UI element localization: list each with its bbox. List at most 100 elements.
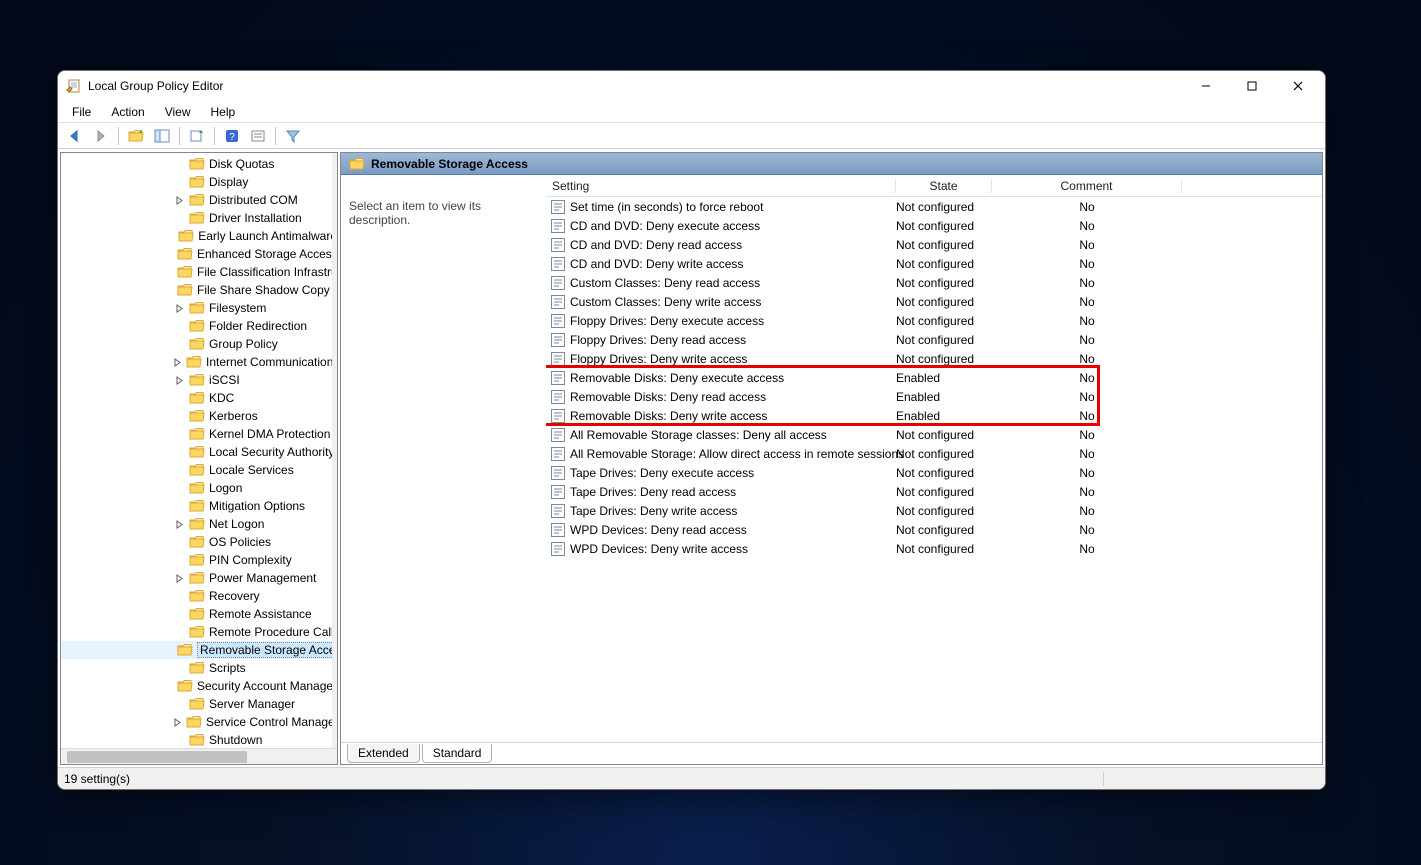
expand-icon[interactable] xyxy=(173,304,185,313)
setting-row[interactable]: Tape Drives: Deny execute accessNot conf… xyxy=(546,463,1322,482)
tab-standard[interactable]: Standard xyxy=(422,744,493,763)
tree-pane[interactable]: Disk QuotasDisplay Distributed COM Driver … xyxy=(60,152,338,765)
setting-comment: No xyxy=(992,295,1182,309)
tree-item-label: Distributed COM xyxy=(209,193,298,207)
setting-row[interactable]: Tape Drives: Deny read accessNot configu… xyxy=(546,482,1322,501)
setting-row[interactable]: Removable Disks: Deny read accessEnabled… xyxy=(546,387,1322,406)
setting-row[interactable]: All Removable Storage classes: Deny all … xyxy=(546,425,1322,444)
back-button[interactable] xyxy=(63,125,87,147)
tree-item[interactable]: Enhanced Storage Access xyxy=(61,245,337,263)
expand-icon[interactable] xyxy=(173,358,182,367)
tree-item[interactable]: Power Management xyxy=(61,569,337,587)
menu-file[interactable]: File xyxy=(62,103,101,121)
column-state[interactable]: State xyxy=(896,179,992,193)
tree-item[interactable]: File Classification Infrastructure xyxy=(61,263,337,281)
setting-row[interactable]: WPD Devices: Deny read accessNot configu… xyxy=(546,520,1322,539)
tree-item[interactable]: Display xyxy=(61,173,337,191)
help-button[interactable]: ? xyxy=(220,125,244,147)
expand-icon[interactable] xyxy=(173,196,185,205)
expand-icon[interactable] xyxy=(173,574,185,583)
tree-item[interactable]: Security Account Manager xyxy=(61,677,337,695)
close-button[interactable] xyxy=(1275,72,1321,100)
export-button[interactable] xyxy=(185,125,209,147)
list-header[interactable]: Setting State Comment xyxy=(546,175,1322,197)
setting-row[interactable]: All Removable Storage: Allow direct acce… xyxy=(546,444,1322,463)
folder-icon xyxy=(189,589,205,603)
title-bar[interactable]: Local Group Policy Editor xyxy=(58,71,1325,101)
properties-button[interactable] xyxy=(246,125,270,147)
tree-item[interactable]: Mitigation Options xyxy=(61,497,337,515)
expand-icon[interactable] xyxy=(173,376,185,385)
tree-item[interactable]: PIN Complexity xyxy=(61,551,337,569)
folder-icon xyxy=(177,643,193,657)
tree-item[interactable]: Filesystem xyxy=(61,299,337,317)
folder-icon xyxy=(189,517,205,531)
tree-item[interactable]: KDC xyxy=(61,389,337,407)
show-hide-tree-button[interactable] xyxy=(150,125,174,147)
setting-name: WPD Devices: Deny write access xyxy=(570,542,748,556)
setting-row[interactable]: CD and DVD: Deny execute accessNot confi… xyxy=(546,216,1322,235)
minimize-button[interactable] xyxy=(1183,72,1229,100)
svg-text:?: ? xyxy=(229,132,235,143)
tree-item[interactable]: Recovery xyxy=(61,587,337,605)
tree-item[interactable]: Distributed COM xyxy=(61,191,337,209)
menu-help[interactable]: Help xyxy=(201,103,246,121)
tree-item-label: iSCSI xyxy=(209,373,240,387)
column-setting[interactable]: Setting xyxy=(546,179,896,193)
tree-item[interactable]: Shutdown xyxy=(61,731,337,746)
setting-row[interactable]: Custom Classes: Deny read accessNot conf… xyxy=(546,273,1322,292)
tree-item[interactable]: Driver Installation xyxy=(61,209,337,227)
setting-state: Not configured xyxy=(896,447,992,461)
setting-name: Set time (in seconds) to force reboot xyxy=(570,200,763,214)
maximize-button[interactable] xyxy=(1229,72,1275,100)
tree-item[interactable]: Removable Storage Access xyxy=(61,641,337,659)
folder-icon xyxy=(189,607,205,621)
expand-icon[interactable] xyxy=(173,520,185,529)
tree-item[interactable]: Early Launch Antimalware xyxy=(61,227,337,245)
tree-item[interactable]: OS Policies xyxy=(61,533,337,551)
setting-icon xyxy=(550,541,566,557)
setting-row[interactable]: WPD Devices: Deny write accessNot config… xyxy=(546,539,1322,558)
tree-item[interactable]: Local Security Authority xyxy=(61,443,337,461)
tree-vscrollbar[interactable] xyxy=(332,153,337,764)
tree-item[interactable]: Kerberos xyxy=(61,407,337,425)
setting-row[interactable]: CD and DVD: Deny write accessNot configu… xyxy=(546,254,1322,273)
tree-item[interactable]: Scripts xyxy=(61,659,337,677)
setting-row[interactable]: Floppy Drives: Deny read accessNot confi… xyxy=(546,330,1322,349)
tree-item-label: Enhanced Storage Access xyxy=(197,247,337,261)
tree-item[interactable]: Folder Redirection xyxy=(61,317,337,335)
tree-item[interactable]: Service Control Manager Settings xyxy=(61,713,337,731)
setting-row[interactable]: Custom Classes: Deny write accessNot con… xyxy=(546,292,1322,311)
tree-item[interactable]: Kernel DMA Protection xyxy=(61,425,337,443)
setting-row[interactable]: Removable Disks: Deny write accessEnable… xyxy=(546,406,1322,425)
expand-icon[interactable] xyxy=(173,718,182,727)
setting-state: Enabled xyxy=(896,390,992,404)
menu-action[interactable]: Action xyxy=(101,103,154,121)
tab-extended[interactable]: Extended xyxy=(347,744,420,763)
setting-row[interactable]: Floppy Drives: Deny execute accessNot co… xyxy=(546,311,1322,330)
tree-hscrollbar[interactable] xyxy=(61,748,337,764)
tree-item[interactable]: Server Manager xyxy=(61,695,337,713)
tree-item[interactable]: Locale Services xyxy=(61,461,337,479)
tree-item[interactable]: Remote Assistance xyxy=(61,605,337,623)
tree-item[interactable]: Disk Quotas xyxy=(61,155,337,173)
menu-view[interactable]: View xyxy=(155,103,201,121)
folder-icon xyxy=(189,175,205,189)
settings-list[interactable]: Set time (in seconds) to force reboot Not… xyxy=(546,197,1322,742)
tree-item[interactable]: iSCSI xyxy=(61,371,337,389)
tree-item[interactable]: Internet Communication Management xyxy=(61,353,337,371)
column-comment[interactable]: Comment xyxy=(992,179,1182,193)
setting-row[interactable]: Removable Disks: Deny execute accessEnab… xyxy=(546,368,1322,387)
tree-item[interactable]: Net Logon xyxy=(61,515,337,533)
setting-row[interactable]: CD and DVD: Deny read accessNot configur… xyxy=(546,235,1322,254)
setting-row[interactable]: Tape Drives: Deny write accessNot config… xyxy=(546,501,1322,520)
setting-row[interactable]: Floppy Drives: Deny write accessNot conf… xyxy=(546,349,1322,368)
setting-row[interactable]: Set time (in seconds) to force rebootNot… xyxy=(546,197,1322,216)
up-button[interactable] xyxy=(124,125,148,147)
filter-button[interactable] xyxy=(281,125,305,147)
tree-item[interactable]: File Share Shadow Copy Provider xyxy=(61,281,337,299)
tree-item[interactable]: Remote Procedure Call xyxy=(61,623,337,641)
tree-item[interactable]: Logon xyxy=(61,479,337,497)
tree-item[interactable]: Group Policy xyxy=(61,335,337,353)
forward-button[interactable] xyxy=(89,125,113,147)
